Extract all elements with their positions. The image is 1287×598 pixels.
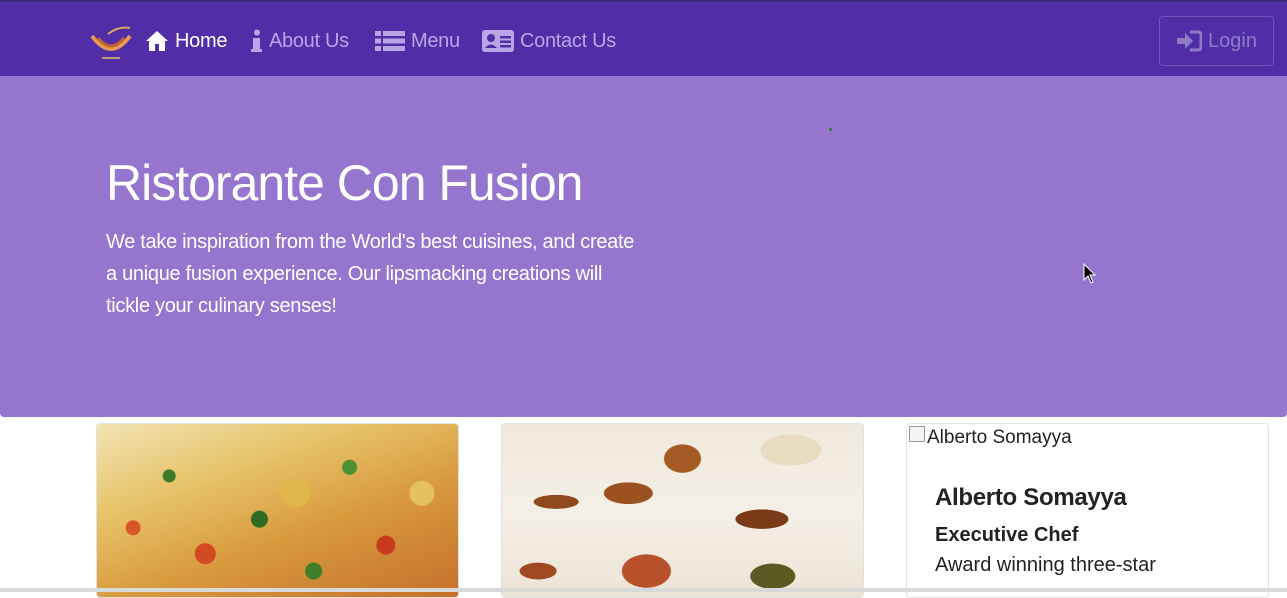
info-icon [251,29,262,52]
sign-in-icon [1177,30,1203,52]
restaurant-logo-icon[interactable] [88,24,134,62]
pizza-image [97,424,458,597]
nav-menu-label: Menu [411,29,460,52]
mouse-cursor-icon [1083,263,1097,284]
window-bottom-edge [0,588,1287,592]
decorative-dot [829,128,832,131]
promotion-card [501,423,864,598]
home-icon [146,31,168,51]
nav-menu-link[interactable]: Menu [375,26,460,56]
page-title: Ristorante Con Fusion [106,155,583,211]
dish-card [96,423,459,598]
nav-about-label: About Us [269,29,349,52]
navbar: Home About Us Menu Contact Us Login [0,0,1287,76]
list-icon [375,31,405,51]
nav-contact-link[interactable]: Contact Us [482,26,616,56]
login-label: Login [1208,29,1257,52]
address-card-icon [482,30,514,52]
leader-name: Alberto Somayya [935,484,1127,511]
buffet-image [502,424,863,597]
login-button[interactable]: Login [1159,16,1274,66]
broken-image-icon [909,426,925,442]
nav-home-link[interactable]: Home [145,26,227,56]
nav-contact-label: Contact Us [520,29,616,52]
nav-about-link[interactable]: About Us [251,26,349,56]
jumbotron-description: We take inspiration from the World's bes… [106,231,635,317]
leader-description: Award winning three-star [935,554,1156,576]
leader-image-broken: Alberto Somayya [909,426,1072,449]
leader-card: Alberto Somayya Alberto Somayya Executiv… [906,423,1269,598]
leader-image-alt: Alberto Somayya [927,427,1072,448]
leader-designation: Executive Chef [935,524,1079,546]
jumbotron: Ristorante Con Fusion We take inspiratio… [0,76,1287,417]
nav-home-label: Home [175,29,228,52]
